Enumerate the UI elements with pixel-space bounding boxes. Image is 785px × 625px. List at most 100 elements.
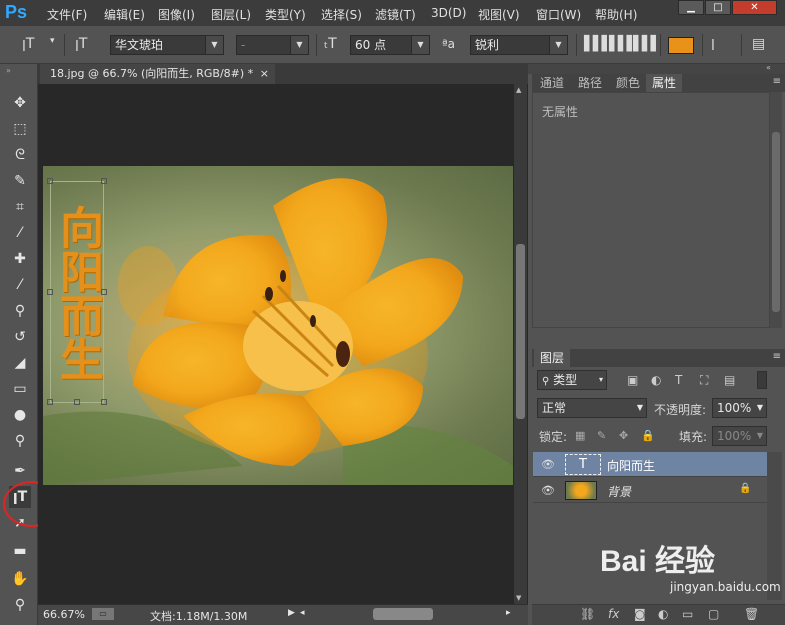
filter-smart-object-icon[interactable]: ▤ (724, 373, 735, 387)
menu-layer[interactable]: 图层(L) (211, 6, 251, 23)
anti-alias-select[interactable]: 锐利 ▼ (470, 35, 568, 55)
marquee-tool-icon[interactable]: ⬚ (9, 118, 31, 140)
move-tool-icon[interactable]: ✥ (9, 92, 31, 114)
rectangle-tool-icon[interactable]: ▬ (9, 540, 31, 562)
pen-tool-icon[interactable]: ✒ (9, 460, 31, 482)
align-center-icon[interactable]: ▌▌▌ (609, 36, 637, 52)
menu-image[interactable]: 图像(I) (158, 6, 195, 23)
lock-transparency-icon[interactable]: ▦ (575, 429, 585, 442)
layer-filter-select[interactable]: ⚲ 类型 ▾ (537, 370, 607, 390)
new-layer-icon[interactable]: ▢ (708, 607, 719, 621)
transform-handle[interactable] (101, 289, 107, 295)
delete-layer-icon[interactable]: 🗑 (744, 607, 759, 621)
filter-adjustment-icon[interactable]: ◐ (651, 373, 661, 387)
menu-file[interactable]: 文件(F) (47, 6, 87, 23)
collapse-panels-icon[interactable]: « (766, 63, 771, 72)
properties-scrollbar[interactable] (770, 92, 782, 328)
text-tool-preset-icon[interactable]: ꞁT (22, 36, 34, 52)
transform-handle[interactable] (101, 399, 107, 405)
text-orientation-icon[interactable]: ꞁT (75, 36, 87, 52)
font-size-select[interactable]: 60 点 ▼ (350, 35, 430, 55)
tab-channels[interactable]: 通道 (534, 74, 570, 92)
blend-mode-select[interactable]: 正常 ▼ (537, 398, 647, 418)
transform-handle[interactable] (101, 178, 107, 184)
vertical-scrollbar[interactable]: ▲ ▼ (514, 84, 527, 604)
menu-select[interactable]: 选择(S) (321, 6, 362, 23)
text-color-swatch[interactable] (668, 37, 694, 54)
close-button[interactable]: ✕ (732, 0, 777, 15)
lock-position-icon[interactable]: ✥ (619, 429, 628, 442)
canvas-image[interactable]: 向阳而生 (43, 166, 513, 485)
menu-view[interactable]: 视图(V) (478, 6, 520, 23)
filter-toggle[interactable] (757, 371, 767, 389)
menu-help[interactable]: 帮助(H) (595, 6, 637, 23)
transform-handle[interactable] (47, 399, 53, 405)
panel-menu-icon[interactable]: ≡ (773, 351, 781, 362)
collapse-icon[interactable]: » (6, 66, 11, 75)
scroll-right-icon[interactable]: ▸ (506, 608, 511, 618)
status-arrow-icon[interactable]: ▶ (288, 608, 295, 618)
layer-name[interactable]: 背景 (607, 483, 631, 500)
transform-handle[interactable] (74, 399, 80, 405)
adjustment-layer-icon[interactable]: ◐ (658, 607, 668, 621)
text-bounding-box[interactable] (50, 181, 104, 403)
transform-handle[interactable] (47, 178, 53, 184)
eraser-tool-icon[interactable]: ◢ (9, 352, 31, 374)
menu-type[interactable]: 类型(Y) (265, 6, 306, 23)
character-panel-icon[interactable]: ▤ (752, 36, 765, 52)
dodge-tool-icon[interactable]: ⚲ (9, 430, 31, 452)
quick-selection-icon[interactable]: ✎ (9, 170, 31, 192)
layer-row-background[interactable]: 👁 背景 🔒 (533, 478, 767, 503)
tab-layers[interactable]: 图层 (534, 349, 571, 367)
filter-shape-icon[interactable]: ⛶ (700, 373, 708, 388)
add-mask-icon[interactable]: ◙ (634, 607, 646, 621)
menu-edit[interactable]: 编辑(E) (104, 6, 145, 23)
zoom-tool-icon[interactable]: ⚲ (9, 594, 31, 616)
layer-style-icon[interactable]: fx (608, 607, 619, 621)
crop-tool-icon[interactable]: ⌗ (9, 196, 31, 218)
blur-tool-icon[interactable]: ● (9, 404, 31, 426)
new-group-icon[interactable]: ▭ (682, 607, 693, 621)
scroll-left-icon[interactable]: ◂ (300, 608, 305, 618)
warp-text-icon[interactable]: ꞁ (711, 35, 715, 51)
panel-menu-icon[interactable]: ≡ (773, 76, 781, 87)
horizontal-scrollbar-thumb[interactable] (373, 608, 433, 620)
lock-all-icon[interactable]: 🔒 (641, 429, 655, 442)
scroll-up-icon[interactable]: ▲ (516, 86, 521, 94)
transform-handle[interactable] (47, 289, 53, 295)
tab-paths[interactable]: 路径 (572, 74, 608, 92)
font-family-select[interactable]: 华文琥珀 ▼ (110, 35, 224, 55)
history-brush-icon[interactable]: ↺ (9, 326, 31, 348)
eyedropper-tool-icon[interactable]: ⁄ (9, 222, 31, 244)
minimize-button[interactable]: ▁ (678, 0, 704, 15)
menu-window[interactable]: 窗口(W) (536, 6, 581, 23)
align-right-icon[interactable]: ▌▌▌ (633, 36, 661, 52)
fill-field[interactable]: 100% ▼ (712, 426, 767, 446)
eye-icon[interactable]: 👁 (541, 484, 555, 497)
status-menu-icon[interactable]: ▭ (92, 608, 114, 620)
gradient-tool-icon[interactable]: ▭ (9, 378, 31, 400)
healing-brush-icon[interactable]: ✚ (9, 248, 31, 270)
scroll-down-icon[interactable]: ▼ (516, 594, 521, 602)
menu-filter[interactable]: 滤镜(T) (375, 6, 416, 23)
opacity-field[interactable]: 100% ▼ (712, 398, 767, 418)
close-tab-icon[interactable]: × (260, 64, 269, 84)
align-left-icon[interactable]: ▌▌▌ (584, 36, 612, 52)
hand-tool-icon[interactable]: ✋ (9, 568, 31, 590)
layer-row-text[interactable]: 👁 T 向阳而生 (533, 452, 767, 477)
menu-3d[interactable]: 3D(D) (431, 6, 466, 20)
brush-tool-icon[interactable]: ⁄ (9, 274, 31, 296)
link-layers-icon[interactable]: ⛓ (580, 607, 595, 621)
layer-name[interactable]: 向阳而生 (607, 457, 655, 474)
maximize-button[interactable]: □ (705, 0, 731, 15)
lock-pixels-icon[interactable]: ✎ (597, 429, 606, 442)
filter-type-icon[interactable]: T (675, 373, 682, 387)
clone-stamp-icon[interactable]: ⚲ (9, 300, 31, 322)
scrollbar-thumb[interactable] (516, 244, 525, 419)
eye-icon[interactable]: 👁 (541, 458, 555, 471)
font-style-select[interactable]: - ▼ (236, 35, 309, 55)
document-tab[interactable]: 18.jpg @ 66.7% (向阳而生, RGB/8#) * × (40, 64, 275, 84)
tab-color[interactable]: 颜色 (610, 74, 646, 92)
zoom-level[interactable]: 66.67% (43, 608, 85, 621)
scrollbar-thumb[interactable] (772, 132, 780, 312)
